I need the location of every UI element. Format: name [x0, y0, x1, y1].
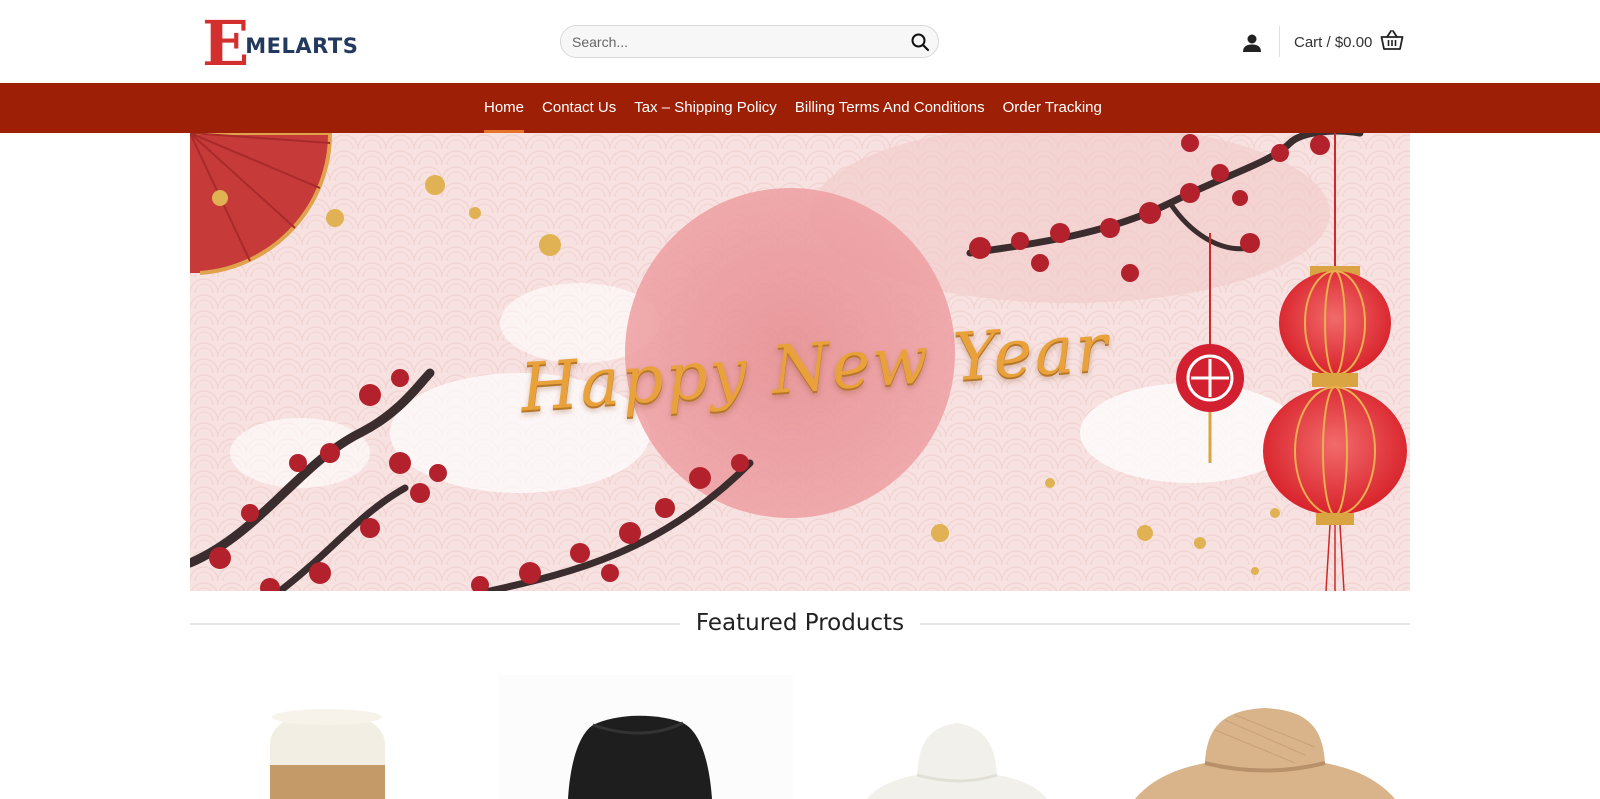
- search-icon[interactable]: [910, 32, 930, 52]
- featured-products-section: Featured Products: [190, 606, 1410, 640]
- site-logo[interactable]: E MELARTS: [202, 7, 358, 80]
- nav-item-order-tracking[interactable]: Order Tracking: [994, 83, 1111, 133]
- product-grid: [190, 675, 1410, 799]
- cart-label: Cart / $0.00: [1294, 33, 1373, 51]
- product-image: [807, 675, 1102, 799]
- logo-letter: E: [202, 7, 250, 80]
- product-card[interactable]: [498, 675, 793, 799]
- nav-item-contact-us[interactable]: Contact Us: [533, 83, 625, 133]
- product-card[interactable]: [807, 675, 1102, 799]
- banner-headline-wrap: Happy New Year: [190, 133, 1410, 591]
- search-box: [560, 25, 939, 58]
- product-card[interactable]: [1115, 675, 1410, 799]
- cart-link[interactable]: Cart / $0.00: [1294, 28, 1404, 56]
- hero-banner[interactable]: Happy New Year: [190, 133, 1410, 591]
- nav-item-billing-terms[interactable]: Billing Terms And Conditions: [786, 83, 994, 133]
- site-header: E MELARTS Cart / $0.00: [0, 0, 1600, 83]
- banner-headline: Happy New Year: [518, 308, 1112, 426]
- product-image: [498, 675, 793, 799]
- basket-icon: [1380, 29, 1404, 55]
- nav-menu: Home Contact Us Tax – Shipping Policy Bi…: [475, 83, 1111, 133]
- logo-text: MELARTS: [245, 34, 359, 58]
- header-divider: [1279, 26, 1280, 57]
- featured-title: Featured Products: [679, 610, 921, 636]
- nav-item-home[interactable]: Home: [475, 83, 533, 133]
- product-image: [190, 675, 485, 799]
- product-card[interactable]: [190, 675, 485, 799]
- section-title: Featured Products: [190, 606, 1410, 640]
- search-input[interactable]: [561, 26, 891, 57]
- product-image: [1115, 675, 1410, 799]
- user-icon[interactable]: [1240, 31, 1264, 55]
- nav-item-tax-shipping-policy[interactable]: Tax – Shipping Policy: [625, 83, 786, 133]
- main-nav: Home Contact Us Tax – Shipping Policy Bi…: [0, 83, 1600, 133]
